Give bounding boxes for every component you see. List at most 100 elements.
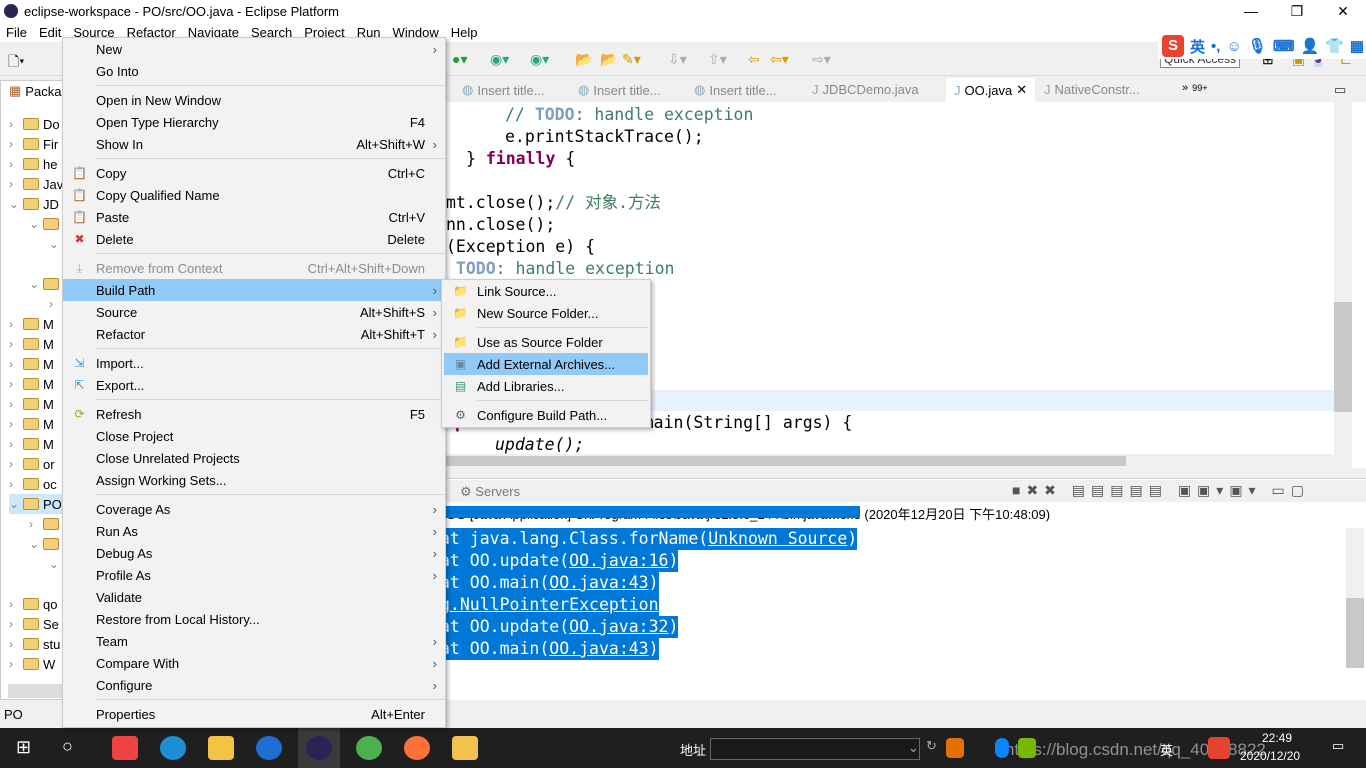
chevron-down-icon[interactable]: ⌄ (29, 277, 39, 291)
editor-tab-nativeconstr[interactable]: J NativeConstr... (1044, 82, 1140, 97)
menu-item-open-in-new-window[interactable]: Open in New Window (63, 89, 445, 111)
menu-item-properties[interactable]: Properties Alt+Enter (63, 703, 445, 725)
start-icon[interactable]: ⊞ (16, 737, 31, 758)
chevron-down-icon[interactable]: ⌄ (9, 497, 19, 511)
chevron-right-icon[interactable]: › (9, 137, 19, 151)
tree-item[interactable]: › (29, 514, 63, 534)
tree-item[interactable]: › Se (9, 614, 59, 634)
tab-overflow[interactable]: » 99+ (1182, 82, 1208, 94)
chevron-down-icon[interactable]: ⌄ (49, 237, 59, 251)
menu-item-new-source-folder[interactable]: 📁 New Source Folder... (444, 302, 648, 324)
chevron-right-icon[interactable]: › (9, 657, 19, 671)
chevron-right-icon[interactable]: › (9, 117, 19, 131)
emoji-icon[interactable]: ☺ (1226, 38, 1241, 55)
tree-item[interactable]: ⌄ (29, 274, 63, 294)
address-dropdown-icon[interactable]: ⌄ (908, 740, 919, 756)
menu-item-source[interactable]: Source Alt+Shift+S › (63, 301, 445, 323)
refresh-icon[interactable]: ↻ (926, 738, 937, 754)
menu-item-team[interactable]: Team › (63, 630, 445, 652)
editor-tab-insert-title[interactable]: ◍ Insert title... (578, 82, 661, 98)
last-edit-icon[interactable]: ⇦ (748, 51, 760, 68)
external-tools-icon[interactable]: ◉▾ (530, 51, 549, 68)
stack-link[interactable]: Unknown Source (708, 529, 847, 548)
chevron-down-icon[interactable]: ⌄ (29, 217, 39, 231)
menu-item-run-as[interactable]: Run As › (63, 520, 445, 542)
chevron-down-icon[interactable]: ⌄ (29, 537, 39, 551)
debug-run-icon[interactable]: ◉▾ (490, 51, 509, 68)
stack-link[interactable]: g.NullPointerException (440, 595, 659, 614)
chevron-right-icon[interactable]: › (9, 437, 19, 451)
search-icon[interactable]: ✎▾ (622, 51, 641, 68)
editor-tab-insert-title[interactable]: ◍ Insert title... (462, 82, 545, 98)
servers-tab[interactable]: ⚙ Servers (460, 484, 520, 500)
chevron-right-icon[interactable]: › (29, 517, 39, 531)
java-tray-icon[interactable] (946, 738, 964, 758)
menu-item-link-source[interactable]: 📁 Link Source... (444, 280, 648, 302)
minimize-button[interactable]: — (1228, 0, 1274, 22)
chevron-right-icon[interactable]: › (9, 157, 19, 171)
cortana-icon[interactable]: ○ (62, 736, 73, 757)
menu-item-restore-from-local-history[interactable]: Restore from Local History... (63, 608, 445, 630)
menu-item-debug-as[interactable]: Debug As › (63, 542, 445, 564)
menu-item-use-as-source-folder[interactable]: 📁 Use as Source Folder (444, 331, 648, 353)
keyboard-icon[interactable]: ⌨ (1273, 37, 1295, 55)
tree-item[interactable]: › Jav (9, 174, 63, 194)
stack-link[interactable]: OO.java:32 (569, 617, 668, 636)
tree-item[interactable]: › M (9, 434, 54, 454)
tree-item[interactable]: › M (9, 314, 54, 334)
run-icon[interactable]: ●▾ (452, 51, 467, 68)
menu-item-add-libraries[interactable]: ▤ Add Libraries... (444, 375, 648, 397)
skin-icon[interactable]: 👕 (1325, 37, 1344, 55)
tree-item[interactable]: ⌄ (29, 534, 63, 554)
package-explorer-tab[interactable]: ▦ Packa (9, 81, 61, 101)
tree-item[interactable]: › qo (9, 594, 57, 614)
chevron-right-icon[interactable]: › (9, 317, 19, 331)
user-icon[interactable]: 👤 (1300, 37, 1319, 55)
stack-link[interactable]: OO.java:43 (549, 639, 648, 658)
nvidia-icon[interactable] (1018, 738, 1036, 758)
file-explorer-icon[interactable] (208, 736, 234, 760)
app-icon[interactable] (452, 736, 478, 760)
menu-item-copy-qualified-name[interactable]: 📋 Copy Qualified Name (63, 184, 445, 206)
next-annotation-icon[interactable]: ⇩▾ (668, 51, 687, 68)
close-tab-icon[interactable]: ✕ (1016, 82, 1027, 98)
chevron-right-icon[interactable]: › (9, 397, 19, 411)
chevron-right-icon[interactable]: › (49, 297, 59, 311)
menu-item-copy[interactable]: 📋 Copy Ctrl+C (63, 162, 445, 184)
clock-date[interactable]: 2020/12/20 (1240, 749, 1300, 763)
tree-item[interactable]: › M (9, 394, 54, 414)
menu-item-profile-as[interactable]: Profile As › (63, 564, 445, 586)
tree-item[interactable]: › Do (9, 114, 60, 134)
chevron-right-icon[interactable]: › (9, 357, 19, 371)
menu-item-compare-with[interactable]: Compare With › (63, 652, 445, 674)
menu-item-new[interactable]: New › (63, 38, 445, 60)
chevron-right-icon[interactable]: › (9, 637, 19, 651)
tree-item[interactable]: › he (9, 154, 57, 174)
menu-item-validate[interactable]: Validate (63, 586, 445, 608)
tree-item[interactable]: › W (9, 654, 55, 674)
menu-item-open-type-hierarchy[interactable]: Open Type Hierarchy F4 (63, 111, 445, 133)
editor-tab-jdbcdemo-java[interactable]: J JDBCDemo.java (812, 82, 919, 97)
sogou-logo[interactable]: S (1162, 35, 1184, 57)
close-button[interactable]: ✕ (1320, 0, 1366, 22)
menu-item-build-path[interactable]: Build Path › (63, 279, 445, 301)
clock-time[interactable]: 22:49 (1262, 731, 1292, 745)
console-toolbar[interactable]: ■✖✖ ▤▤▤▤▤ ▣▣▾▣▾ ▭▢ (1012, 482, 1310, 499)
chevron-right-icon[interactable]: › (9, 417, 19, 431)
ime-lang[interactable]: 英 (1190, 36, 1205, 57)
menu-item-paste[interactable]: 📋 Paste Ctrl+V (63, 206, 445, 228)
tree-item[interactable]: ⌄ PO (9, 494, 62, 514)
tree-item[interactable]: › M (9, 374, 54, 394)
editor-tab-insert-title[interactable]: ◍ Insert title... (694, 82, 777, 98)
menu-item-configure-build-path[interactable]: ⚙ Configure Build Path... (444, 404, 648, 426)
tree-item[interactable]: › Fir (9, 134, 58, 154)
open-task-icon[interactable]: 📂 (600, 51, 617, 68)
editor-hscroll[interactable] (446, 454, 1352, 468)
tree-item[interactable]: › or (9, 454, 55, 474)
new-icon[interactable]: 🗋▾ (8, 51, 24, 75)
tree-item[interactable]: › M (9, 334, 54, 354)
menu-item-go-into[interactable]: Go Into (63, 60, 445, 82)
address-input[interactable] (710, 738, 920, 760)
chevron-right-icon[interactable]: › (9, 617, 19, 631)
ime-punct[interactable]: •, (1211, 38, 1220, 55)
